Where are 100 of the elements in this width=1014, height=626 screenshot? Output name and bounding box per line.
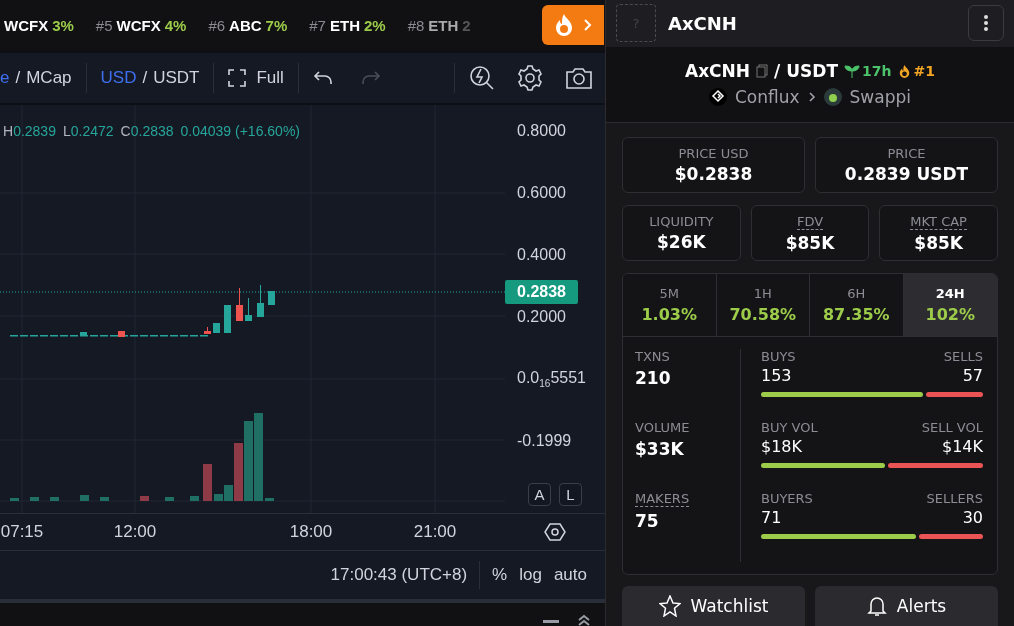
volume-bar [10,498,19,501]
alerts-button[interactable]: Alerts [815,586,998,626]
hexagon-settings-icon[interactable] [544,522,566,542]
ticker-symbol[interactable]: ETH [428,16,459,34]
sprout-icon [844,64,861,79]
card-label: MKT CAP [910,213,967,230]
price-axis-label: -0.1999 [517,432,572,450]
trending-rank: #1 [913,63,935,80]
currency-toggle[interactable]: USDT [153,68,200,88]
legend-key: L [62,123,71,139]
ticker-symbol[interactable]: WCFX [4,16,49,34]
dex-name[interactable]: Swappi [849,87,911,108]
currency-toggle[interactable]: USD [100,68,137,88]
volume-bar [80,495,89,501]
scale-option[interactable]: auto [547,565,593,585]
volume-bar [100,497,109,501]
price-mode-toggle[interactable]: e [0,68,10,88]
volume-bar [203,464,212,501]
ticker-symbol[interactable]: WCFX [116,16,161,34]
stat-label: BUYS [761,349,796,364]
stat-label: TXNS [635,349,670,364]
scale-button[interactable]: L [559,483,582,506]
base-token: AxCNH [685,61,751,82]
copy-icon[interactable] [756,64,769,79]
bell-icon [866,595,887,617]
card-value: $0.2838 [674,164,753,184]
chain-name[interactable]: Conflux [735,87,800,108]
scale-option[interactable]: log [513,565,548,585]
settings-icon[interactable] [517,65,543,91]
scale-option[interactable]: % [486,565,514,585]
dex-logo-icon [823,88,842,107]
separator-slash: / [15,68,21,88]
stat-value: 30 [962,508,983,527]
current-price-label: 0.2838 [505,280,578,304]
time-axis-label: 12:00 [113,522,157,542]
legend-key: H [3,123,14,139]
indicator-search-icon[interactable] [469,65,495,91]
ticker-rank: #7 [309,16,326,34]
price-axis-label: 0.6000 [517,184,566,202]
fullscreen-icon [228,69,247,87]
undo-button[interactable] [312,70,333,86]
volume-bar [50,497,59,501]
stat-value: 153 [761,366,792,385]
volume-bar [165,497,174,501]
timeframe-tab[interactable]: 5M 1.03% [623,274,717,336]
timezone-clock[interactable]: 17:00:43 (UTC+8) [330,561,481,589]
stat-label: SELLS [943,349,983,364]
card-label: LIQUIDITY [649,214,714,229]
stat-value: $14K [941,437,983,456]
chain-logo-icon [709,88,727,107]
ticker-symbol[interactable]: ETH [329,16,360,34]
legend-value: 0.04039 (+16.60%) [180,123,300,139]
time-axis-label: 21:00 [413,522,457,542]
candle [236,287,243,322]
trending-button[interactable] [542,5,604,45]
ticker-rank: #6 [208,16,226,34]
price-mode-toggle[interactable]: MCap [26,68,72,88]
timeframe-tab[interactable]: 24H 102% [903,274,997,336]
scale-button[interactable]: A [528,483,551,506]
camera-icon[interactable] [565,66,593,90]
time-axis-label: 07:15 [0,522,44,542]
candle [224,304,231,334]
quote-token: USDT [786,61,839,82]
question-mark: ? [632,15,640,31]
card-value: 0.2839 USDT [844,164,969,184]
flame-icon [897,63,911,79]
time-axis-label: 18:00 [289,522,333,542]
fullscreen-button[interactable]: Full [228,68,284,88]
legend-value: 0.2838 [130,123,174,139]
token-title: AxCNH [668,12,738,34]
menu-button[interactable] [968,5,1004,42]
double-caret-up-icon[interactable] [577,614,591,626]
volume-bar [190,496,199,501]
ticker-rank: #8 [407,16,425,34]
ticker-change: 4% [164,16,187,34]
minimize-icon[interactable] [543,618,559,626]
ticker-symbol[interactable]: ABC [229,16,262,34]
stat-label: MAKERS [635,491,690,507]
ticker-change: 2% [363,16,386,34]
candle [245,297,252,322]
chevron-right-icon [583,18,593,32]
stat-value: $18K [761,437,803,456]
legend-key: C [120,123,131,139]
watchlist-button[interactable]: Watchlist [622,586,805,626]
ticker-change: 3% [52,16,74,34]
card-value: $85K [785,232,835,253]
stat-label: BUY VOL [761,420,818,435]
price-axis-label: 0.4000 [517,246,566,264]
volume-bar [265,498,274,501]
card-label: PRICE USD [678,146,749,161]
legend-value: 0.2839 [13,123,56,139]
ticker-rank: #5 [95,16,113,34]
price-axis-label: 0.2000 [517,308,566,326]
ticker-change: 7% [265,16,288,34]
volume-bar [30,497,39,501]
stat-label: BUYERS [761,491,813,506]
card-label: FDV [796,213,824,230]
card-value: $26K [657,232,706,252]
flame-icon [553,13,575,37]
stat-value: 75 [635,511,660,531]
